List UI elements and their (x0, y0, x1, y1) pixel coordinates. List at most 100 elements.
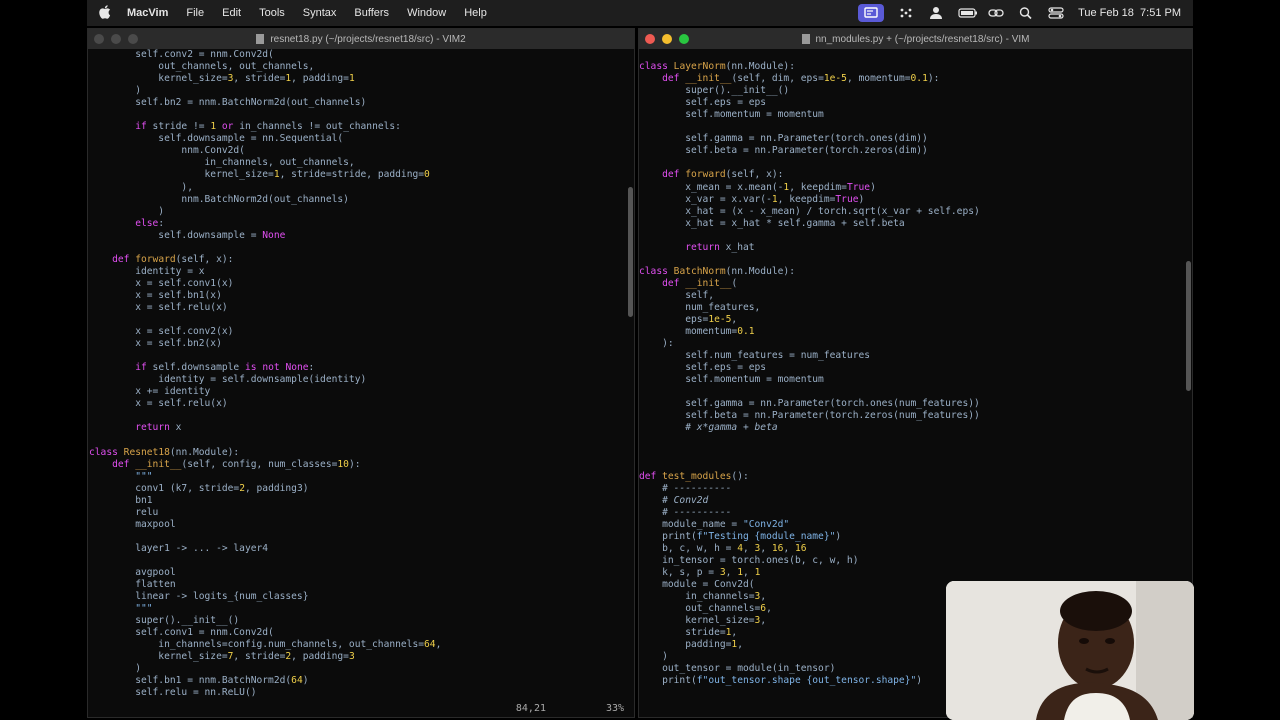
zoom-button[interactable] (679, 34, 689, 44)
left-code-line[interactable] (89, 410, 626, 422)
right-code-line[interactable]: self.beta = nn.Parameter(torch.zeros(dim… (639, 145, 1184, 157)
left-code-line[interactable]: self.downsample = None (89, 230, 626, 242)
left-code-line[interactable]: self.relu = nn.ReLU() (89, 687, 626, 699)
right-code-line[interactable]: def test_modules(): (639, 471, 1184, 483)
right-code-line[interactable] (639, 49, 1184, 61)
left-code-line[interactable]: def __init__(self, config, num_classes=1… (89, 459, 626, 471)
right-code-line[interactable] (639, 386, 1184, 398)
left-code-line[interactable]: identity = self.downsample(identity) (89, 374, 626, 386)
left-code-line[interactable] (89, 350, 626, 362)
left-code-line[interactable]: x = self.relu(x) (89, 398, 626, 410)
left-code-line[interactable]: def forward(self, x): (89, 254, 626, 266)
close-button[interactable] (94, 34, 104, 44)
control-center-icon[interactable] (1048, 6, 1064, 20)
right-code-line[interactable]: ): (639, 338, 1184, 350)
battery-icon[interactable] (958, 6, 978, 20)
left-code-line[interactable]: if stride != 1 or in_channels != out_cha… (89, 121, 626, 133)
apple-logo-icon[interactable] (99, 4, 113, 22)
left-code-line[interactable]: class Resnet18(nn.Module): (89, 447, 626, 459)
right-code-line[interactable]: def __init__(self, dim, eps=1e-5, moment… (639, 73, 1184, 85)
right-code-line[interactable]: momentum=0.1 (639, 326, 1184, 338)
screen-share-icon[interactable] (858, 4, 885, 22)
right-code-line[interactable] (639, 230, 1184, 242)
close-button[interactable] (645, 34, 655, 44)
left-code-line[interactable]: x += identity (89, 386, 626, 398)
minimize-button[interactable] (662, 34, 672, 44)
left-code-line[interactable]: ) (89, 206, 626, 218)
left-code-line[interactable]: x = self.bn1(x) (89, 290, 626, 302)
right-code-line[interactable]: class BatchNorm(nn.Module): (639, 266, 1184, 278)
right-code-line[interactable]: print(f"Testing {module_name}") (639, 531, 1184, 543)
left-code-line[interactable]: avgpool (89, 567, 626, 579)
menubar-clock[interactable]: Tue Feb 18 7:51 PM (1078, 7, 1181, 19)
left-code-line[interactable]: identity = x (89, 266, 626, 278)
right-code-line[interactable]: self.gamma = nn.Parameter(torch.ones(num… (639, 398, 1184, 410)
left-code-line[interactable]: self.downsample = nn.Sequential( (89, 133, 626, 145)
right-code-line[interactable] (639, 459, 1184, 471)
right-code-line[interactable]: def forward(self, x): (639, 169, 1184, 181)
left-code-line[interactable]: layer1 -> ... -> layer4 (89, 543, 626, 555)
right-code-line[interactable]: self, (639, 290, 1184, 302)
left-code-line[interactable] (89, 242, 626, 254)
right-window-titlebar[interactable]: nn_modules.py + (~/projects/resnet18/src… (639, 29, 1192, 49)
right-code-line[interactable]: self.eps = eps (639, 97, 1184, 109)
left-code-line[interactable]: self.conv2 = nnm.Conv2d( (89, 49, 626, 61)
right-code-line[interactable]: return x_hat (639, 242, 1184, 254)
left-code-line[interactable]: return x (89, 422, 626, 434)
left-code-line[interactable]: x = self.bn2(x) (89, 338, 626, 350)
right-code-line[interactable]: eps=1e-5, (639, 314, 1184, 326)
right-code-line[interactable] (639, 447, 1184, 459)
right-code-line[interactable]: def __init__( (639, 278, 1184, 290)
left-code-line[interactable]: out_channels, out_channels, (89, 61, 626, 73)
right-code-line[interactable]: module_name = "Conv2d" (639, 519, 1184, 531)
left-code-line[interactable]: relu (89, 507, 626, 519)
user-icon[interactable] (928, 6, 944, 20)
left-code-line[interactable]: self.bn1 = nnm.BatchNorm2d(64) (89, 675, 626, 687)
link-icon[interactable] (988, 6, 1004, 20)
right-code-line[interactable]: self.num_features = num_features (639, 350, 1184, 362)
left-code-line[interactable]: x = self.relu(x) (89, 302, 626, 314)
menu-help[interactable]: Help (464, 7, 487, 19)
left-code-line[interactable]: self.bn2 = nnm.BatchNorm2d(out_channels) (89, 97, 626, 109)
minimize-button[interactable] (111, 34, 121, 44)
left-code-line[interactable]: conv1 (k7, stride=2, padding3) (89, 483, 626, 495)
search-icon[interactable] (1018, 6, 1034, 20)
left-code-buffer[interactable]: self.conv2 = nnm.Conv2d( out_channels, o… (88, 49, 626, 700)
menu-buffers[interactable]: Buffers (354, 7, 389, 19)
right-code-line[interactable]: x_mean = x.mean(-1, keepdim=True) (639, 182, 1184, 194)
left-code-line[interactable]: else: (89, 218, 626, 230)
right-code-line[interactable]: # ---------- (639, 483, 1184, 495)
left-code-line[interactable] (89, 435, 626, 447)
left-code-line[interactable]: x = self.conv1(x) (89, 278, 626, 290)
left-code-line[interactable] (89, 109, 626, 121)
right-code-line[interactable]: class LayerNorm(nn.Module): (639, 61, 1184, 73)
menu-edit[interactable]: Edit (222, 7, 241, 19)
left-scrollbar[interactable] (628, 187, 633, 317)
left-code-line[interactable]: ) (89, 663, 626, 675)
left-code-line[interactable]: if self.downsample is not None: (89, 362, 626, 374)
right-code-line[interactable]: super().__init__() (639, 85, 1184, 97)
left-code-line[interactable]: in_channels, out_channels, (89, 157, 626, 169)
zoom-button[interactable] (128, 34, 138, 44)
right-code-line[interactable]: self.momentum = momentum (639, 109, 1184, 121)
left-code-line[interactable]: kernel_size=3, stride=1, padding=1 (89, 73, 626, 85)
left-code-line[interactable]: kernel_size=7, stride=2, padding=3 (89, 651, 626, 663)
right-code-line[interactable]: k, s, p = 3, 1, 1 (639, 567, 1184, 579)
left-code-line[interactable] (89, 531, 626, 543)
left-code-line[interactable]: """ (89, 471, 626, 483)
menu-window[interactable]: Window (407, 7, 446, 19)
right-code-line[interactable]: # x*gamma + beta (639, 422, 1184, 434)
left-code-line[interactable]: nnm.Conv2d( (89, 145, 626, 157)
left-code-line[interactable]: nnm.BatchNorm2d(out_channels) (89, 194, 626, 206)
menu-app-name[interactable]: MacVim (127, 7, 168, 19)
right-code-line[interactable]: # Conv2d (639, 495, 1184, 507)
left-code-line[interactable]: x = self.conv2(x) (89, 326, 626, 338)
right-code-line[interactable]: x_hat = x_hat * self.gamma + self.beta (639, 218, 1184, 230)
right-code-line[interactable] (639, 157, 1184, 169)
left-code-line[interactable]: """ (89, 603, 626, 615)
right-code-line[interactable]: in_tensor = torch.ones(b, c, w, h) (639, 555, 1184, 567)
right-code-line[interactable] (639, 121, 1184, 133)
left-code-line[interactable]: ), (89, 182, 626, 194)
right-code-line[interactable]: x_var = x.var(-1, keepdim=True) (639, 194, 1184, 206)
left-code-line[interactable] (89, 314, 626, 326)
